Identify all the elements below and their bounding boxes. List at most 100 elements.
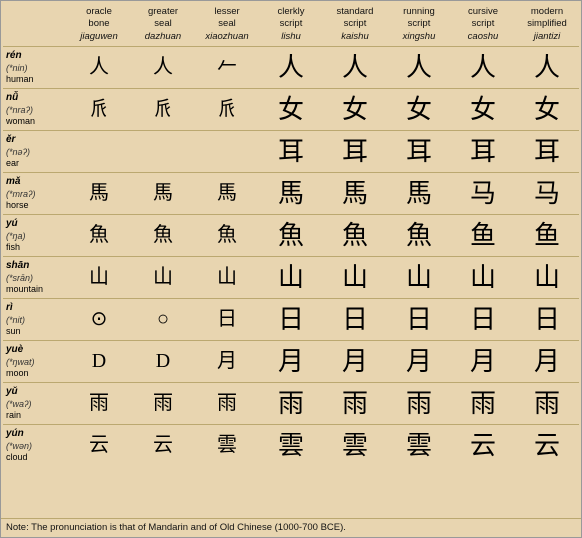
table-row: rén(*nin)human⼈⼈𠂉人人人人人 <box>3 47 579 89</box>
char-oracle: 雨 <box>89 392 109 414</box>
oracle-italic: jiaguwen <box>68 31 130 43</box>
col-header-label <box>3 5 67 47</box>
row-standard: 魚 <box>323 215 387 257</box>
lesser-seal-italic: xiaozhuan <box>196 31 258 43</box>
table-row: rì(*nit)sun⊙○日日日日日日 <box>3 299 579 341</box>
char-cursive: 女 <box>470 95 496 124</box>
row-lesser_seal: 𠂢 <box>195 89 259 131</box>
char-clerkly: 耳 <box>278 137 304 166</box>
char-standard: 月 <box>342 347 368 376</box>
char-oracle: ⼈ <box>89 56 109 78</box>
row-greater_seal: 雨 <box>131 383 195 425</box>
char-modern: 云 <box>534 431 560 460</box>
row-standard: 日 <box>323 299 387 341</box>
table-row: yuè(*ŋwat)moonDD月月月月月月 <box>3 341 579 383</box>
row-oracle: 山 <box>67 257 131 299</box>
char-modern: 山 <box>534 263 560 292</box>
char-standard: 耳 <box>342 137 368 166</box>
clerkly-italic: lishu <box>260 31 322 43</box>
char-greater_seal: D <box>156 350 170 372</box>
char-modern: 雨 <box>534 389 560 418</box>
row-word: ěr <box>6 134 15 145</box>
char-oracle: 馬 <box>89 182 109 204</box>
evolution-table: oraclebonejiaguwen greatersealdazhuan le… <box>3 5 579 467</box>
row-running: 月 <box>387 341 451 383</box>
row-word: yǔ <box>6 386 18 397</box>
char-clerkly: 女 <box>278 95 304 124</box>
char-greater_seal: 雨 <box>153 392 173 414</box>
row-label: ěr(*nəʔ)ear <box>3 131 67 173</box>
row-oracle: ⼈ <box>67 47 131 89</box>
row-meaning: rain <box>6 410 65 422</box>
char-cursive: 鱼 <box>470 221 496 250</box>
char-oracle: 云 <box>89 434 109 456</box>
row-lesser_seal: 月 <box>195 341 259 383</box>
row-modern: 云 <box>515 425 579 467</box>
row-meaning: ear <box>6 158 65 170</box>
row-greater_seal: 山 <box>131 257 195 299</box>
char-cursive: 马 <box>470 179 496 208</box>
row-meaning: human <box>6 74 65 86</box>
char-standard: 雲 <box>342 431 368 460</box>
char-lesser_seal: 雨 <box>217 392 237 414</box>
row-standard: 雨 <box>323 383 387 425</box>
row-clerkly: 馬 <box>259 173 323 215</box>
char-running: 雨 <box>406 389 432 418</box>
row-running: 山 <box>387 257 451 299</box>
char-greater_seal: 魚 <box>153 224 173 246</box>
row-word: yún <box>6 428 24 439</box>
char-standard: 山 <box>342 263 368 292</box>
row-meaning: fish <box>6 242 65 254</box>
char-lesser_seal: 日 <box>217 308 237 330</box>
row-word: rén <box>6 50 22 61</box>
row-cursive: 雨 <box>451 383 515 425</box>
char-oracle: 魚 <box>89 224 109 246</box>
row-meaning: mountain <box>6 284 65 296</box>
row-running: 女 <box>387 89 451 131</box>
modern-italic: jiantizi <box>516 31 578 43</box>
row-lesser_seal: 𠂉 <box>195 47 259 89</box>
row-standard: 人 <box>323 47 387 89</box>
char-oracle: 山 <box>89 266 109 288</box>
col-header-cursive: cursivescriptcaoshu <box>451 5 515 47</box>
row-modern: 山 <box>515 257 579 299</box>
char-greater_seal: 馬 <box>153 182 173 204</box>
char-standard: 魚 <box>342 221 368 250</box>
char-running: 山 <box>406 263 432 292</box>
col-header-oracle: oraclebonejiaguwen <box>67 5 131 47</box>
row-clerkly: 日 <box>259 299 323 341</box>
header-row: oraclebonejiaguwen greatersealdazhuan le… <box>3 5 579 47</box>
row-label: yǔ (*waʔ)rain <box>3 383 67 425</box>
char-lesser_seal: 𠂢 <box>217 98 237 120</box>
row-lesser_seal: 雨 <box>195 383 259 425</box>
char-modern: 鱼 <box>534 221 560 250</box>
char-standard: 雨 <box>342 389 368 418</box>
row-standard: 月 <box>323 341 387 383</box>
row-pronunciation: (*nit) <box>6 315 65 327</box>
note-text: Note: The pronunciation is that of Manda… <box>6 522 346 533</box>
row-label: rì(*nit)sun <box>3 299 67 341</box>
char-cursive: 云 <box>470 431 496 460</box>
char-running: 魚 <box>406 221 432 250</box>
char-standard: 人 <box>342 53 368 82</box>
row-meaning: moon <box>6 368 65 380</box>
char-cursive: 耳 <box>470 137 496 166</box>
row-oracle: 雨 <box>67 383 131 425</box>
row-oracle: 𠂪 <box>67 131 131 173</box>
char-clerkly: 山 <box>278 263 304 292</box>
cursive-italic: caoshu <box>452 31 514 43</box>
row-pronunciation: (*ŋa) <box>6 231 65 243</box>
row-pronunciation: (*waʔ) <box>6 399 65 411</box>
row-pronunciation: (*nraʔ) <box>6 105 65 117</box>
row-running: 馬 <box>387 173 451 215</box>
col-header-modern: modernsimplifiedjiantizi <box>515 5 579 47</box>
char-cursive: 日 <box>470 305 496 334</box>
char-running: 月 <box>406 347 432 376</box>
char-standard: 馬 <box>342 179 368 208</box>
row-label: yuè(*ŋwat)moon <box>3 341 67 383</box>
table-row: shān(*srān)mountain山山山山山山山山 <box>3 257 579 299</box>
char-cursive: 人 <box>470 53 496 82</box>
row-label: shān(*srān)mountain <box>3 257 67 299</box>
col-header-lesser-seal: lessersealxiaozhuan <box>195 5 259 47</box>
row-label: rén(*nin)human <box>3 47 67 89</box>
